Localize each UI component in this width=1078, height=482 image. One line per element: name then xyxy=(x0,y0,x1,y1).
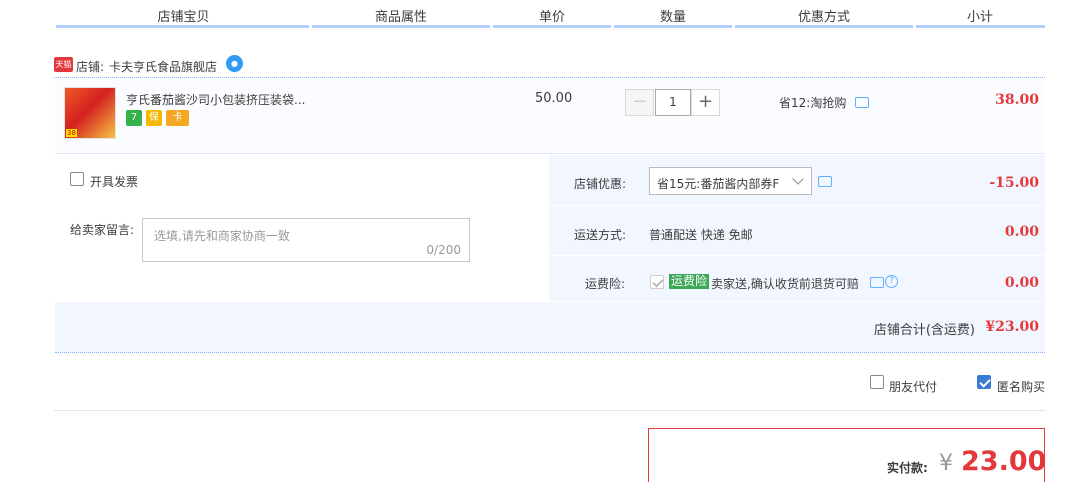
header-divider xyxy=(312,25,490,28)
product-thumbnail[interactable]: 38 xyxy=(64,87,116,139)
wangwang-chat-icon[interactable]: ● xyxy=(226,55,243,72)
actual-payment-label: 实付款: xyxy=(887,461,928,475)
shipping-row: 运送方式: 普通配送 快递 免邮 0.00 xyxy=(549,206,1045,256)
friend-pay-label: 朋友代付 xyxy=(889,380,938,394)
header-divider xyxy=(916,25,1045,28)
seller-message-textarea[interactable]: 选填,请先和商家协商一致 0/200 xyxy=(142,218,470,262)
shop-discount-row: 店铺优惠: 省15元:番茄酱内部券F -15.00 xyxy=(549,155,1045,206)
col-header-unit-price: 单价 xyxy=(538,10,565,25)
anonymous-purchase-checkbox[interactable] xyxy=(977,375,991,389)
insurance-badge: 运费险 xyxy=(669,274,710,289)
insurance-checkbox xyxy=(650,275,664,289)
col-header-discount: 优惠方式 xyxy=(797,10,850,25)
quantity-increase-button[interactable]: + xyxy=(691,89,720,116)
shop-total-row: 店铺合计(含运费) ¥23.00 xyxy=(55,302,1045,353)
shop-total-value: ¥23.00 xyxy=(985,319,1039,335)
message-label: 给卖家留言: xyxy=(70,223,135,237)
shop-discount-amount: -15.00 xyxy=(989,175,1039,191)
comment-bubble-icon[interactable] xyxy=(870,277,884,288)
product-title-link[interactable]: 亨氏番茄酱沙司小包装挤压装袋... xyxy=(126,91,305,108)
invoice-label: 开具发票 xyxy=(90,175,139,189)
unit-price: 50.00 xyxy=(535,91,573,106)
header-divider xyxy=(56,25,309,28)
comment-bubble-icon[interactable] xyxy=(818,176,832,187)
order-options: 开具发票 给卖家留言: 选填,请先和商家协商一致 0/200 店铺优惠: 省15… xyxy=(55,155,1045,302)
tmall-badge-icon: 天猫 xyxy=(54,57,73,72)
col-header-quantity: 数量 xyxy=(659,10,686,25)
shop-coupon-select[interactable]: 省15元:番茄酱内部券F xyxy=(649,167,812,195)
shop-name-link[interactable]: 卡夫亨氏食品旗舰店 xyxy=(109,58,217,75)
guarantee-icon[interactable]: 保 xyxy=(146,110,162,126)
help-question-icon[interactable]: ? xyxy=(885,275,898,288)
shipping-amount: 0.00 xyxy=(1004,224,1039,240)
shop-discount-label: 店铺优惠: xyxy=(574,177,627,191)
thumbnail-price-tag: 38 xyxy=(66,129,77,137)
shipping-label: 运送方式: xyxy=(574,228,627,242)
col-header-item: 店铺宝贝 xyxy=(157,10,210,25)
anonymous-purchase-label: 匿名购买 xyxy=(997,380,1046,394)
seven-day-return-icon[interactable]: 7 xyxy=(126,110,142,126)
credit-card-icon[interactable]: 卡 xyxy=(166,110,189,126)
invoice-checkbox[interactable] xyxy=(70,172,84,186)
insurance-text: 卖家送,确认收货前退货可赔 xyxy=(711,277,859,291)
shop-row: 天猫 店铺: 卡夫亨氏食品旗舰店 ● xyxy=(54,52,1045,78)
item-subtotal: 38.00 xyxy=(995,92,1039,108)
header-divider xyxy=(493,25,611,28)
shop-coupon-value: 省15元:番茄酱内部券F xyxy=(657,177,780,191)
comment-bubble-icon[interactable] xyxy=(855,97,869,108)
item-discount-label: 省12:淘抢购 xyxy=(779,96,847,110)
header-divider xyxy=(614,25,732,28)
chevron-down-icon xyxy=(792,173,804,185)
shop-prefix: 店铺: xyxy=(76,60,105,74)
col-header-subtotal: 小计 xyxy=(966,10,993,25)
insurance-amount: 0.00 xyxy=(1004,275,1039,291)
friend-pay-checkbox[interactable] xyxy=(870,375,884,389)
cart-table-header: 店铺宝贝 商品属性 单价 数量 优惠方式 小计 xyxy=(56,0,1045,28)
header-divider xyxy=(735,25,913,28)
actual-payment-box: 实付款: ¥ 23.00 xyxy=(648,428,1047,482)
actual-payment-amount: 23.00 xyxy=(961,446,1047,477)
insurance-label: 运费险: xyxy=(585,277,626,291)
bottom-options: 朋友代付 匿名购买 xyxy=(55,353,1045,411)
cart-item-row: 38 亨氏番茄酱沙司小包装挤压装袋... 7 保 卡 50.00 − 1 + 省… xyxy=(55,79,1045,154)
insurance-row: 运费险: 运费险 卖家送,确认收货前退货可赔 ? 0.00 xyxy=(549,256,1045,302)
order-options-right: 店铺优惠: 省15元:番茄酱内部券F -15.00 运送方式: 普通配送 快递 … xyxy=(549,155,1045,302)
col-header-attributes: 商品属性 xyxy=(374,10,427,25)
shop-total-label: 店铺合计(含运费) xyxy=(873,323,975,338)
message-placeholder: 选填,请先和商家协商一致 xyxy=(154,229,290,243)
quantity-input[interactable]: 1 xyxy=(655,89,691,116)
message-char-count: 0/200 xyxy=(426,243,461,257)
shipping-value: 普通配送 快递 免邮 xyxy=(649,228,753,242)
quantity-decrease-button[interactable]: − xyxy=(625,89,654,116)
currency-symbol: ¥ xyxy=(939,451,953,476)
